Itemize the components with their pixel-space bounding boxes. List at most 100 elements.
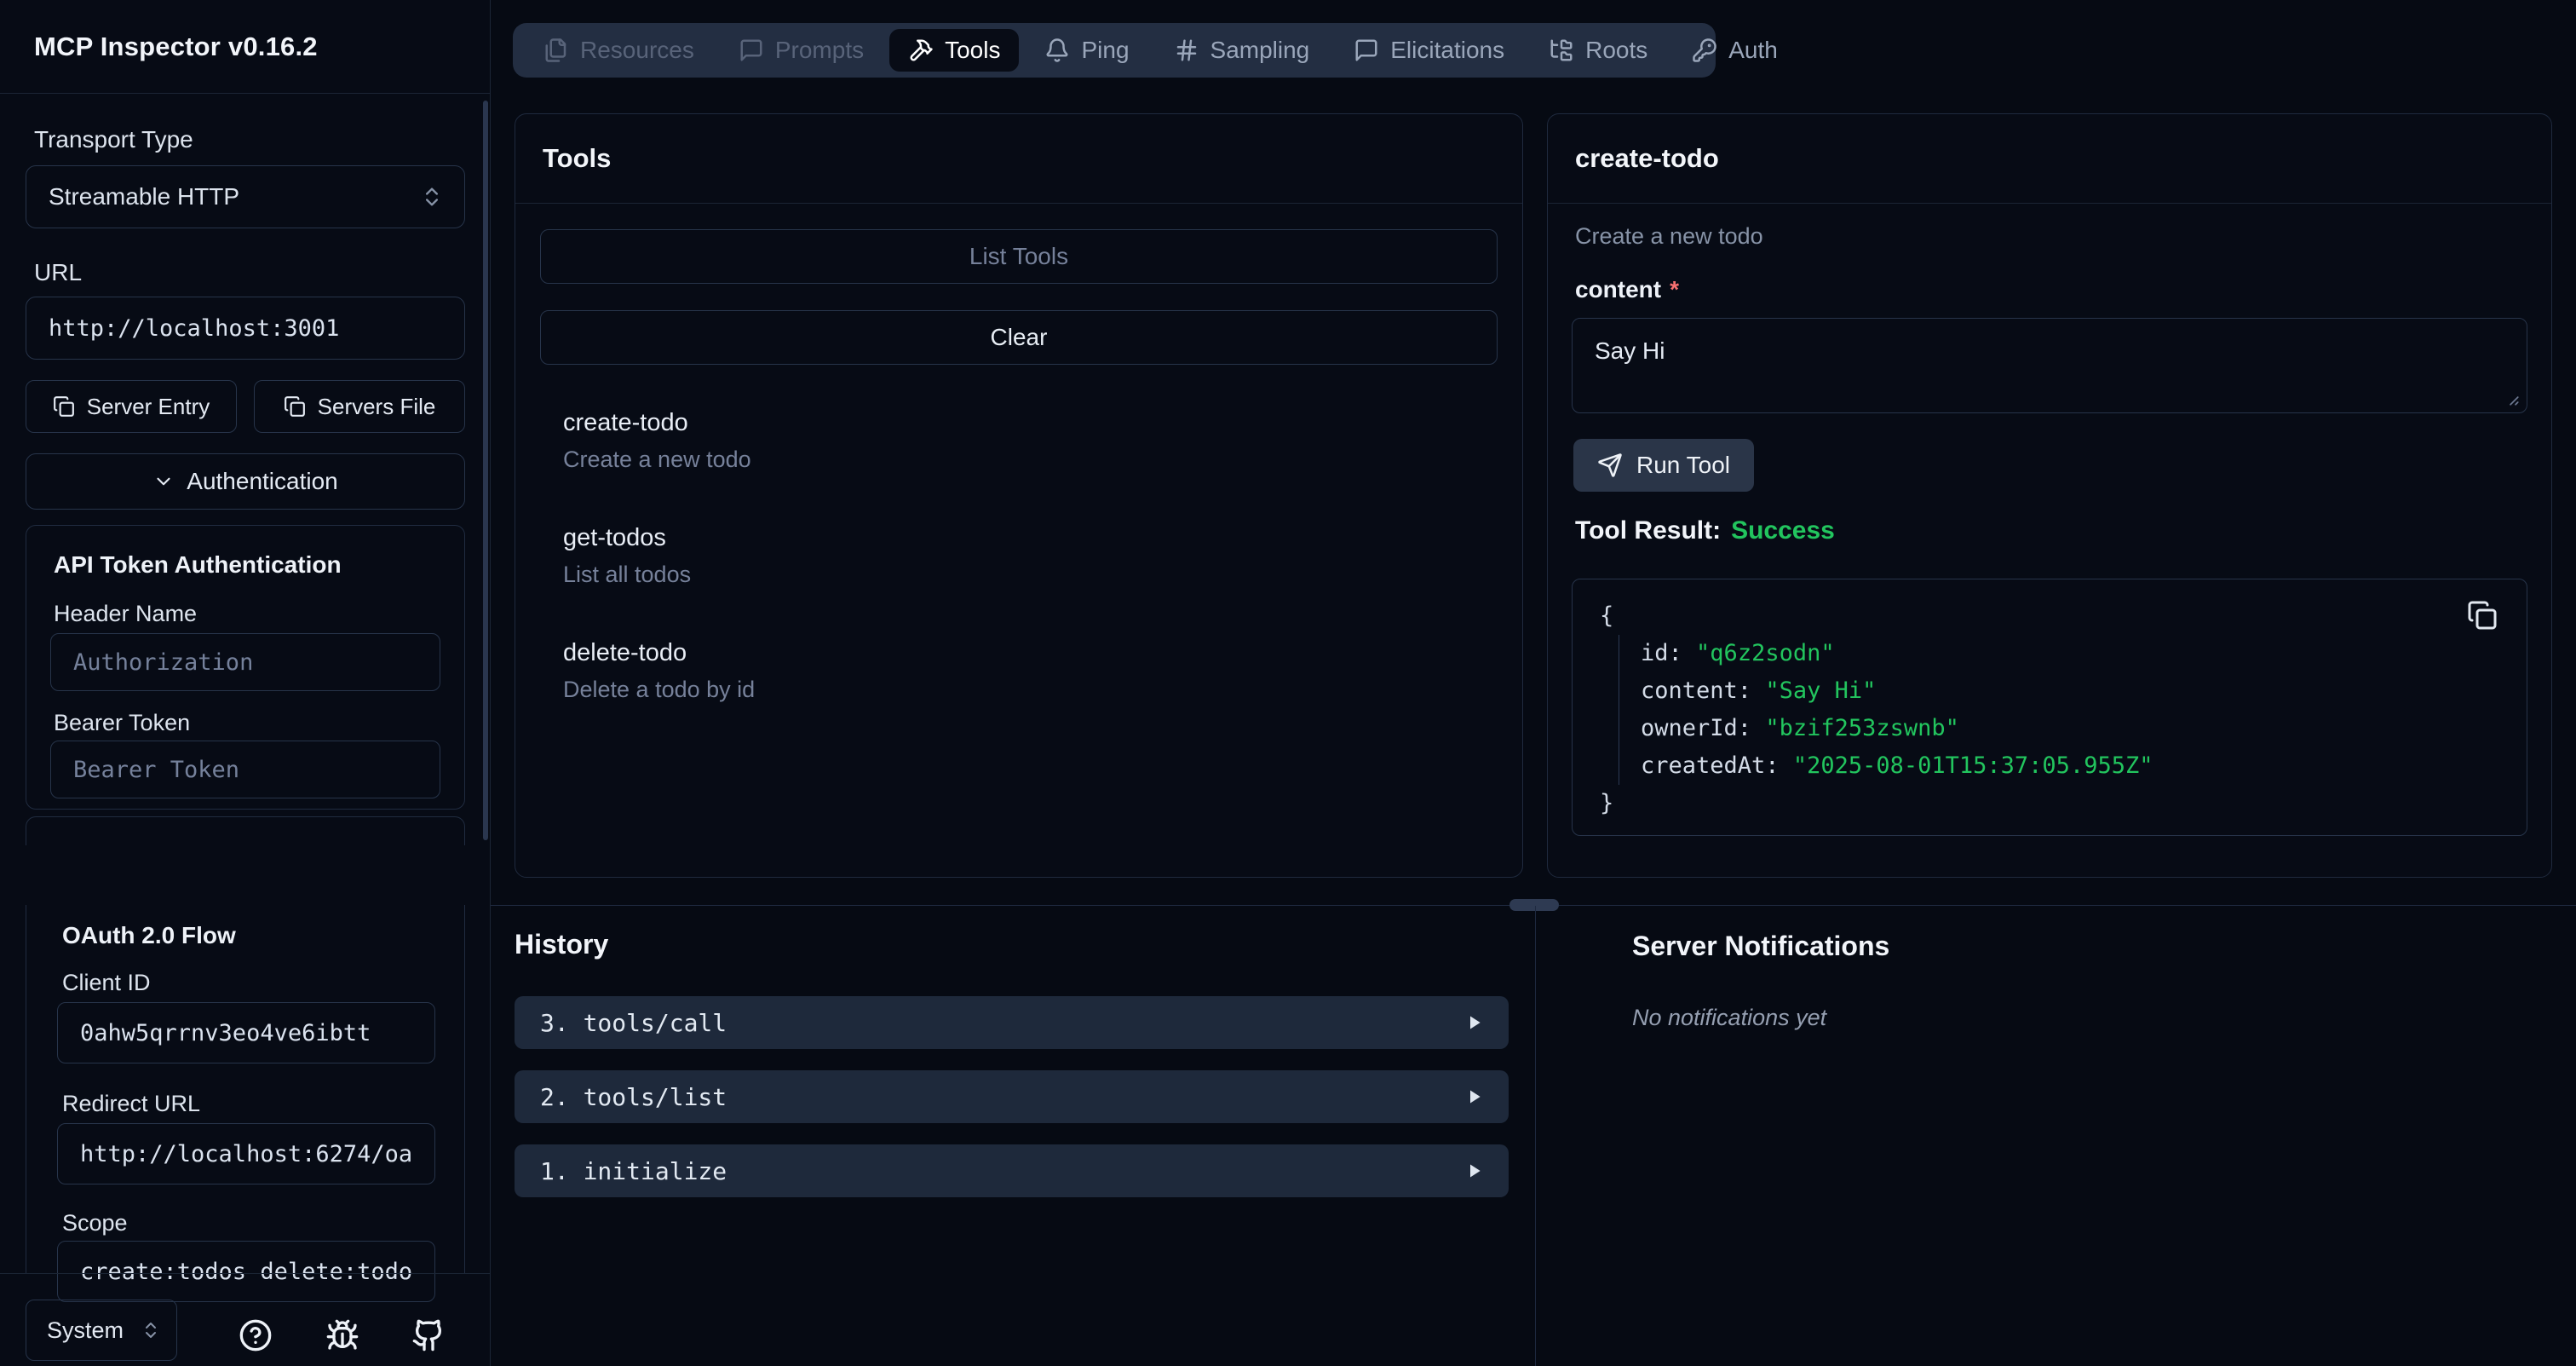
content-field-label: content: [1575, 276, 1661, 303]
tool-runner-header: create-todo: [1548, 114, 2551, 204]
history-row-initialize[interactable]: 1. initialize: [515, 1144, 1509, 1197]
json-key: ownerId:: [1641, 715, 1751, 741]
redirect-url-field-box: [57, 1123, 435, 1184]
client-id-input[interactable]: [58, 1020, 434, 1046]
copy-result-button[interactable]: [2467, 600, 2498, 631]
redirect-url-label: Redirect URL: [62, 1091, 200, 1117]
hash-icon: [1174, 37, 1199, 63]
copy-icon: [284, 395, 306, 418]
notifications-empty-message: No notifications yet: [1632, 1005, 1889, 1031]
redirect-url-input[interactable]: [58, 1141, 434, 1167]
tab-tools[interactable]: Tools: [889, 29, 1019, 72]
tab-roots[interactable]: Roots: [1530, 29, 1666, 72]
transport-type-label: Transport Type: [34, 126, 193, 153]
json-key: content:: [1641, 677, 1751, 704]
json-close-brace: }: [1600, 785, 2499, 822]
url-label: URL: [34, 259, 82, 286]
tool-result-status: Success: [1731, 516, 1835, 545]
tool-list-item-create-todo[interactable]: create-todo Create a new todo: [563, 409, 1522, 473]
help-button[interactable]: [239, 1318, 273, 1352]
expand-play-icon: [1466, 1014, 1483, 1031]
url-input[interactable]: [26, 315, 464, 342]
json-line: id: "q6z2sodn": [1641, 635, 2499, 672]
list-tools-button[interactable]: List Tools: [540, 229, 1498, 284]
server-notifications-title: Server Notifications: [1632, 931, 1889, 962]
copy-icon: [2467, 600, 2498, 631]
header-name-input[interactable]: [51, 649, 440, 676]
tab-sampling[interactable]: Sampling: [1155, 29, 1329, 72]
history-row-tools-call[interactable]: 3. tools/call: [515, 996, 1509, 1049]
run-tool-button[interactable]: Run Tool: [1573, 439, 1754, 492]
tab-label: Roots: [1585, 37, 1647, 64]
tool-description: Create a new todo: [563, 447, 1522, 473]
sidebar-scrollbar-thumb[interactable]: [483, 101, 488, 840]
content-field-label-row: content *: [1575, 276, 1679, 303]
content-textarea[interactable]: Say Hi: [1572, 318, 2527, 413]
json-body: id: "q6z2sodn" content: "Say Hi" ownerId…: [1619, 635, 2499, 785]
chevrons-up-down-icon: [141, 1320, 161, 1340]
authentication-toggle[interactable]: Authentication: [26, 453, 465, 510]
tab-label: Auth: [1728, 37, 1778, 64]
folder-tree-icon: [1549, 37, 1574, 63]
tool-result-json: { id: "q6z2sodn" content: "Say Hi" owner…: [1573, 579, 2527, 840]
history-row-label: 1. initialize: [540, 1157, 727, 1185]
clear-button[interactable]: Clear: [540, 310, 1498, 365]
sidebar-footer: System: [0, 1273, 491, 1366]
tab-auth[interactable]: Auth: [1673, 29, 1797, 72]
bell-icon: [1044, 37, 1070, 63]
tab-elicitations[interactable]: Elicitations: [1335, 29, 1523, 72]
bug-report-button[interactable]: [325, 1318, 359, 1352]
api-token-card: API Token Authentication Header Name Bea…: [26, 525, 465, 810]
expand-play-icon: [1466, 1162, 1483, 1179]
tab-resources[interactable]: Resources: [525, 29, 713, 72]
tool-runner-description: Create a new todo: [1575, 223, 1763, 250]
bug-icon: [325, 1318, 359, 1352]
tool-runner-title: create-todo: [1575, 143, 1719, 174]
tool-list-item-delete-todo[interactable]: delete-todo Delete a todo by id: [563, 639, 1522, 703]
tab-label: Resources: [580, 37, 694, 64]
app-header: MCP Inspector v0.16.2: [0, 0, 490, 94]
github-button[interactable]: [411, 1318, 446, 1352]
tab-ping[interactable]: Ping: [1026, 29, 1147, 72]
tool-name: delete-todo: [563, 639, 1522, 667]
theme-select-value: System: [47, 1317, 124, 1344]
server-notifications-pane: Server Notifications No notifications ye…: [1632, 931, 1889, 1031]
app-title: MCP Inspector v0.16.2: [34, 32, 318, 62]
tool-name: get-todos: [563, 524, 1522, 552]
pane-resize-handle[interactable]: [1509, 899, 1559, 911]
servers-file-label: Servers File: [318, 394, 436, 420]
authentication-toggle-label: Authentication: [187, 468, 337, 495]
tool-result-line: Tool Result:Success: [1575, 516, 1835, 545]
main-tabbar: Resources Prompts Tools Ping Sampling El…: [513, 23, 1716, 78]
hammer-icon: [908, 37, 934, 63]
message-square-icon: [1354, 37, 1379, 63]
key-icon: [1692, 37, 1717, 63]
json-value: "bzif253zswnb": [1765, 715, 1959, 741]
tab-label: Elicitations: [1390, 37, 1504, 64]
tab-prompts[interactable]: Prompts: [720, 29, 883, 72]
tools-panel-title: Tools: [543, 143, 611, 174]
theme-select[interactable]: System: [26, 1300, 177, 1361]
chevron-down-icon: [152, 470, 175, 493]
transport-select[interactable]: Streamable HTTP: [26, 165, 465, 228]
bearer-token-label: Bearer Token: [54, 710, 190, 736]
servers-file-button[interactable]: Servers File: [254, 380, 465, 433]
server-entry-button[interactable]: Server Entry: [26, 380, 237, 433]
tool-runner-panel: create-todo Create a new todo content * S…: [1547, 113, 2552, 878]
bearer-token-field-box: [50, 741, 440, 798]
tool-result-box: { id: "q6z2sodn" content: "Say Hi" owner…: [1572, 579, 2527, 836]
scope-label: Scope: [62, 1210, 128, 1236]
github-icon: [411, 1318, 446, 1352]
json-key: id:: [1641, 640, 1682, 666]
tab-label: Prompts: [775, 37, 864, 64]
required-marker: *: [1670, 276, 1679, 303]
tool-list-item-get-todos[interactable]: get-todos List all todos: [563, 524, 1522, 588]
json-key: createdAt:: [1641, 752, 1780, 779]
bearer-token-input[interactable]: [51, 757, 440, 783]
json-line: createdAt: "2025-08-01T15:37:05.955Z": [1641, 747, 2499, 785]
tool-name: create-todo: [563, 409, 1522, 437]
history-row-tools-list[interactable]: 2. tools/list: [515, 1070, 1509, 1123]
send-icon: [1597, 452, 1623, 478]
client-id-field-box: [57, 1002, 435, 1063]
tab-label: Sampling: [1210, 37, 1310, 64]
